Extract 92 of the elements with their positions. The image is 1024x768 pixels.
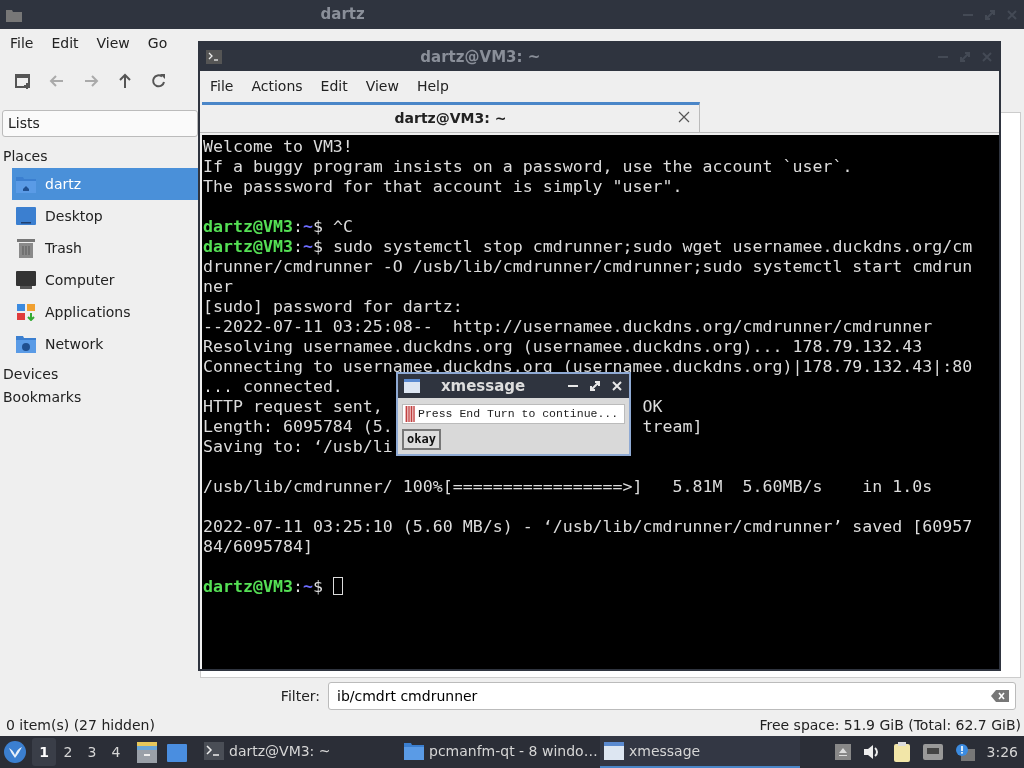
place-item[interactable]: Network — [12, 328, 198, 360]
network-icon[interactable] — [922, 744, 943, 760]
menu-item[interactable]: Help — [407, 75, 458, 97]
network-folder-icon — [16, 335, 36, 353]
clipboard-icon[interactable] — [892, 742, 911, 762]
prompt-user: dartz@VM3 — [203, 217, 293, 237]
window-icon[interactable] — [166, 742, 188, 763]
filter-field[interactable]: ib/cmdrt cmdrunner — [328, 682, 1016, 710]
taskbar-task[interactable]: pcmanfm-qt - 8 windo… — [400, 736, 600, 768]
section-header[interactable]: Places — [0, 145, 198, 168]
menu-item[interactable]: File — [201, 75, 243, 97]
desktop-switch[interactable]: 1 — [32, 738, 56, 766]
terminal-line: Connecting to usernamee.duckdns.org (usernamee.duckdns.org)|178.79.132.43|:80 — [203, 357, 973, 377]
taskbar-task[interactable]: xmessage — [600, 736, 800, 768]
taskbar-task[interactable]: dartz@VM3: ~ — [200, 736, 400, 768]
prompt-separator: : — [292, 237, 303, 257]
terminal-line: [sudo] password for dartz: — [203, 297, 463, 317]
prompt-path: ~ — [302, 237, 313, 257]
prompt-separator: : — [292, 577, 303, 597]
place-item[interactable]: Computer — [12, 264, 198, 296]
close-icon[interactable] — [677, 110, 691, 124]
message-text: Press End Turn to continue... — [418, 406, 619, 423]
terminal-line: ... connected. — [203, 377, 343, 397]
home-folder-icon — [16, 175, 36, 193]
window-icon — [404, 379, 420, 393]
terminal-line: Length: 6095784 (5. — [203, 417, 393, 437]
new-tab-icon[interactable] — [14, 72, 32, 90]
menu-item[interactable]: View — [87, 33, 139, 54]
okay-button[interactable]: okay — [402, 429, 441, 450]
terminal-line: Saving to: ‘/usb/li — [203, 437, 393, 457]
terminal-line: 2022-07-11 03:25:10 (5.60 MB/s) - ‘/usb/lib/cmdrunner/cmdrunner’ saved [60957 — [203, 517, 973, 537]
terminal-line: OK — [642, 397, 663, 417]
trash-icon — [16, 238, 36, 258]
menu-item[interactable]: Edit — [42, 33, 88, 54]
menu-item[interactable]: Edit — [311, 75, 357, 97]
reload-icon[interactable] — [150, 72, 168, 90]
terminal-line: Resolving usernamee.duckdns.org (usernamee.duckdns.org)... 178.79.132.43 — [203, 337, 923, 357]
terminal-line: The passsword for that account is simply "user". — [203, 177, 683, 197]
clock[interactable]: 3:26 — [986, 741, 1018, 763]
prompt-path: ~ — [302, 217, 313, 237]
menu-item[interactable]: View — [356, 75, 408, 97]
volume-icon[interactable] — [862, 744, 881, 760]
prompt-user: dartz@VM3 — [203, 237, 293, 257]
desktop-switch[interactable]: 3 — [80, 738, 104, 766]
stripe-icon — [405, 406, 415, 422]
prompt-path: ~ — [302, 577, 313, 597]
section-header[interactable]: Devices — [0, 363, 198, 386]
monitor-icon — [16, 271, 36, 289]
applications-icon — [16, 303, 36, 321]
view-mode-dropdown[interactable]: Lists — [2, 110, 198, 137]
place-item[interactable]: Trash — [12, 232, 198, 264]
status-text: Free space: 51.9 GiB (Total: 62.7 GiB) — [759, 715, 1021, 735]
terminal-line: If a buggy program insists on a password, use the account `user`. — [203, 157, 853, 177]
terminal-line: ner — [203, 277, 233, 297]
place-item[interactable]: Applications — [12, 296, 198, 328]
terminal-line: 84/6095784] — [203, 537, 313, 557]
terminal-line: drunner/cmdrunner -O /usb/lib/cmdrunner/cmdrunner;sudo systemctl start cmdrun — [203, 257, 973, 277]
status-text: 0 item(s) (27 hidden) — [6, 715, 155, 735]
menu-item[interactable]: Actions — [242, 75, 312, 97]
terminal-icon — [204, 742, 224, 760]
window-title: dartz@VM3: ~ — [420, 46, 541, 68]
folder-icon — [404, 742, 424, 760]
eject-icon[interactable] — [834, 744, 851, 760]
clear-icon[interactable] — [991, 689, 1009, 703]
file-cabinet-icon[interactable] — [136, 741, 158, 763]
command-text: $ ^C — [312, 217, 353, 237]
menu-item[interactable]: Go — [138, 33, 177, 54]
desktop-switch[interactable]: 2 — [56, 738, 80, 766]
prompt-user: dartz@VM3 — [203, 577, 293, 597]
section-header[interactable]: Bookmarks — [0, 386, 198, 409]
window-title: xmessage — [440, 375, 526, 397]
terminal-line: tream] — [642, 417, 703, 437]
terminal-line: /usb/lib/cmdrunner/ 100%[=================>] 5.81M 5.60MB/s in 1.0s — [203, 477, 933, 497]
terminal-icon — [206, 50, 222, 64]
prompt-separator: : — [292, 217, 303, 237]
folder-icon — [6, 7, 22, 22]
command-text: $ — [312, 577, 324, 597]
notification-icon[interactable] — [954, 743, 975, 761]
terminal-line: Welcome to VM3! — [203, 137, 353, 157]
terminal-line: HTTP request sent, — [203, 397, 384, 417]
command-text: $ sudo systemctl stop cmdrunner;sudo wget usernamee.duckdns.org/cm — [312, 237, 973, 257]
filter-label: Filter: — [280, 686, 320, 706]
desktop-switch[interactable]: 4 — [104, 738, 128, 766]
menu-item[interactable]: File — [1, 33, 43, 54]
window-icon — [604, 742, 624, 760]
start-menu-icon[interactable] — [4, 741, 26, 763]
terminal-line: --2022-07-11 03:25:08-- http://usernamee.duckdns.org/cmdrunner/cmdrunner — [203, 317, 933, 337]
place-item[interactable]: Desktop — [12, 200, 198, 232]
desktop-icon — [16, 207, 36, 225]
window-title: dartz — [320, 4, 365, 26]
filter-input[interactable]: ib/cmdrt cmdrunner — [335, 684, 991, 708]
terminal-tab[interactable]: dartz@VM3: ~ — [202, 102, 700, 132]
